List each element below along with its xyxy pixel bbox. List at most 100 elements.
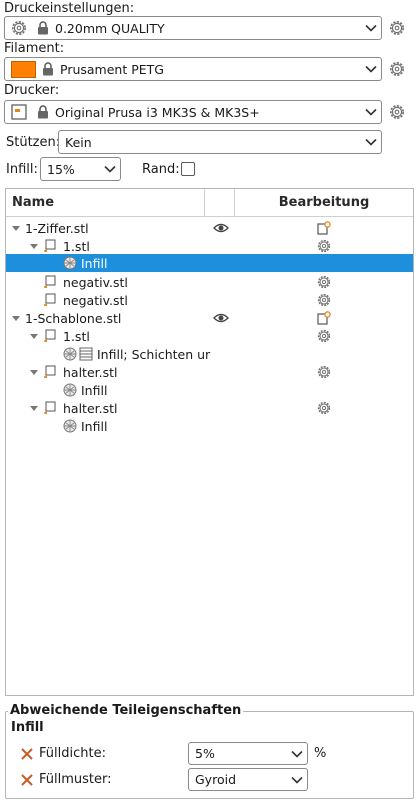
expand-toggle-icon[interactable] (29, 331, 39, 341)
tree-item-label: negativ.stl (63, 274, 128, 290)
supports-combo[interactable]: Kein (58, 130, 382, 154)
infill-density-value: 5% (195, 746, 215, 761)
lock-icon (42, 62, 54, 76)
printer-edit-gear-icon[interactable] (389, 104, 405, 120)
gear-icon[interactable] (317, 365, 331, 379)
tree-row-settings-selected[interactable]: Infill (6, 254, 413, 272)
tree-row-settings[interactable]: Infill; Schichten ur (6, 345, 413, 363)
tree-item-label: halter.stl (63, 400, 118, 416)
print-settings-combo[interactable]: 0.20mm QUALITY (4, 16, 382, 40)
printer-combo[interactable]: Original Prusa i3 MK3S & MK3S+ (4, 100, 382, 124)
chevron-down-icon[interactable] (361, 131, 381, 153)
infill-icon (63, 347, 77, 361)
part-icon (43, 329, 57, 343)
layers-icon (79, 347, 93, 361)
tree-item-label: 1.stl (63, 238, 90, 254)
brim-label: Rand: (142, 162, 180, 177)
tree-item-label: 1-Schablone.stl (25, 310, 122, 326)
infill-pattern-label: Füllmuster: (39, 772, 112, 787)
gear-icon[interactable] (317, 293, 331, 307)
infill-density-combo[interactable]: 5% (188, 742, 308, 765)
expand-toggle-icon[interactable] (29, 367, 39, 377)
tree-row-object[interactable]: 1-Schablone.stl (6, 309, 413, 327)
tree-row-part[interactable]: halter.stl (6, 363, 413, 381)
infill-icon (63, 383, 77, 397)
tree-item-label: Infill (81, 255, 108, 271)
tree-row-part[interactable]: 1.stl (6, 327, 413, 345)
expand-toggle-icon[interactable] (11, 313, 21, 323)
object-list-header: Name Bearbeitung (6, 189, 413, 217)
gear-icon[interactable] (317, 239, 331, 253)
tree-item-label: halter.stl (63, 364, 118, 380)
expand-toggle-icon[interactable] (29, 241, 39, 251)
printer-label: Drucker: (4, 83, 60, 98)
print-settings-label: Druckeinstellungen: (4, 1, 135, 16)
expand-toggle-icon[interactable] (11, 223, 21, 233)
gear-icon[interactable] (317, 329, 331, 343)
filament-value: Prusament PETG (60, 61, 164, 77)
tree-row-settings[interactable]: Infill (6, 381, 413, 399)
infill-density-label: Fülldichte: (39, 746, 106, 761)
brim-checkbox[interactable] (181, 162, 195, 176)
chevron-down-icon[interactable] (287, 743, 307, 764)
lock-icon (37, 21, 49, 35)
infill-value: 15% (47, 161, 75, 177)
tree-row-settings[interactable]: Infill (6, 417, 413, 435)
infill-density-unit: % (314, 746, 327, 761)
infill-pattern-value: Gyroid (195, 772, 237, 787)
printer-value: Original Prusa i3 MK3S & MK3S+ (55, 104, 260, 120)
infill-combo[interactable]: 15% (40, 157, 121, 181)
tree-item-label: Infill (81, 418, 108, 434)
chevron-down-icon[interactable] (100, 158, 120, 180)
part-icon (43, 365, 57, 379)
tree-item-label: Infill; Schichten ur (97, 346, 211, 362)
print-settings-edit-gear-icon[interactable] (389, 20, 405, 36)
tree-row-part[interactable]: negativ.stl (6, 291, 413, 309)
filament-edit-gear-icon[interactable] (389, 61, 405, 77)
supports-value: Kein (65, 134, 92, 150)
tree-row-part[interactable]: 1.stl (6, 237, 413, 255)
supports-label: Stützen: (6, 135, 61, 150)
chevron-down-icon[interactable] (361, 101, 381, 123)
tree-row-part[interactable]: negativ.stl (6, 273, 413, 291)
gear-icon[interactable] (317, 401, 331, 415)
gear-icon (11, 20, 27, 36)
remove-setting-x-icon[interactable] (20, 773, 34, 787)
column-visibility[interactable] (205, 189, 235, 216)
tree-item-label: 1-Ziffer.stl (25, 220, 89, 236)
negative-volume-icon (43, 293, 57, 307)
part-properties-section-label: Infill (11, 720, 44, 735)
infill-label: Infill: (6, 162, 38, 177)
eye-icon[interactable] (213, 222, 229, 234)
part-properties-title: Abweichende Teileigenschaften (8, 703, 244, 718)
chevron-down-icon[interactable] (361, 58, 381, 80)
eye-icon[interactable] (213, 312, 229, 324)
infill-icon (63, 256, 77, 270)
column-editing[interactable]: Bearbeitung (235, 189, 413, 216)
print-settings-value: 0.20mm QUALITY (55, 20, 165, 36)
gear-icon[interactable] (317, 275, 331, 289)
filament-label: Filament: (4, 41, 65, 56)
chevron-down-icon[interactable] (361, 17, 381, 39)
negative-volume-icon (43, 275, 57, 289)
edit-object-icon[interactable] (317, 311, 331, 325)
chevron-down-icon[interactable] (287, 769, 307, 790)
lock-icon (37, 105, 49, 119)
edit-object-icon[interactable] (317, 221, 331, 235)
infill-pattern-combo[interactable]: Gyroid (188, 768, 308, 791)
part-icon (43, 239, 57, 253)
printer-icon (11, 104, 27, 120)
filament-color-swatch[interactable] (11, 60, 36, 78)
filament-combo[interactable]: Prusament PETG (4, 57, 382, 81)
object-list[interactable]: Name Bearbeitung 1-Ziffer.stl 1.stl Infi… (5, 188, 414, 696)
column-name[interactable]: Name (6, 189, 205, 216)
infill-icon (63, 419, 77, 433)
expand-toggle-icon[interactable] (29, 403, 39, 413)
tree-item-label: negativ.stl (63, 292, 128, 308)
part-icon (43, 401, 57, 415)
remove-setting-x-icon[interactable] (20, 747, 34, 761)
tree-row-part[interactable]: halter.stl (6, 399, 413, 417)
tree-item-label: 1.stl (63, 328, 90, 344)
tree-item-label: Infill (81, 382, 108, 398)
tree-row-object[interactable]: 1-Ziffer.stl (6, 219, 413, 237)
